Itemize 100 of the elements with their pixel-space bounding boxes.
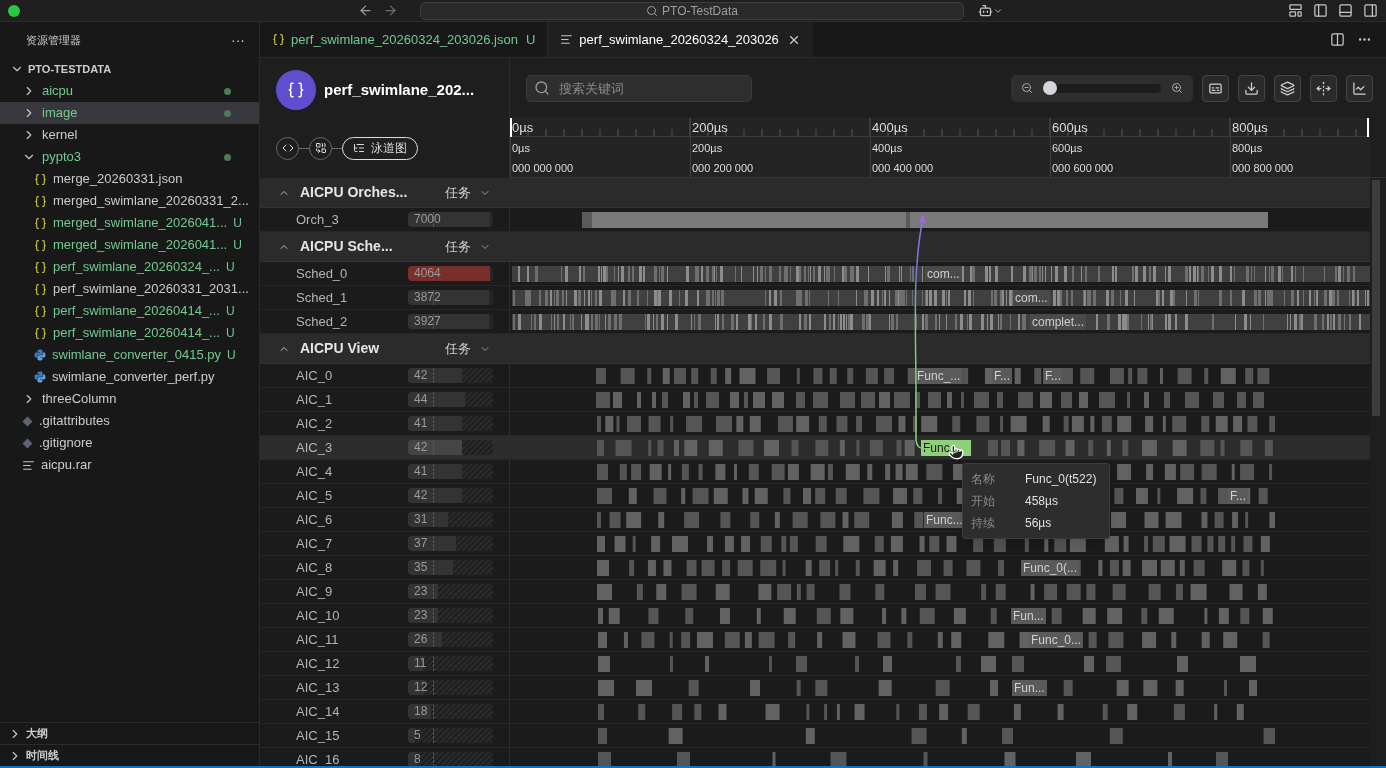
lane-row[interactable]: AIC_3 42 Func...: [260, 436, 1370, 460]
editor-tab[interactable]: perf_swimlane_20260324_203026: [548, 22, 813, 57]
command-center[interactable]: PTO-TestData: [420, 1, 964, 20]
lane-row[interactable]: Orch_3 7000: [260, 208, 1370, 232]
task-block[interactable]: com...: [925, 266, 962, 282]
file-title: perf_swimlane_202...: [324, 79, 475, 100]
file-item[interactable]: swimlane_converter_0415.py U: [0, 344, 259, 366]
lane-name: AIC_0: [296, 366, 334, 385]
axis-tick-label: 200µs: [692, 119, 729, 137]
braces-icon: [287, 81, 305, 99]
folder-item[interactable]: aicpu: [0, 80, 259, 102]
folder-item[interactable]: kernel: [0, 124, 259, 146]
download-button[interactable]: [1238, 74, 1265, 102]
scrollbar-thumb[interactable]: [1372, 180, 1380, 416]
secondary-sidebar-toggle-icon[interactable]: [1363, 3, 1378, 18]
lane-row[interactable]: Sched_2 3927 complet...: [260, 310, 1370, 334]
tooltip-value: 56µs: [1025, 515, 1052, 532]
search-field[interactable]: 搜索关键词: [526, 74, 752, 102]
axis-tick-label: 800µs: [1232, 142, 1264, 154]
lane-name: AIC_11: [296, 630, 340, 649]
diamond-icon: [22, 437, 33, 449]
captions-button[interactable]: [1202, 74, 1229, 102]
file-item[interactable]: aicpu.rar: [0, 454, 259, 476]
task-block[interactable]: Func_...: [915, 368, 963, 384]
lane-name: AIC_15: [296, 726, 341, 745]
untracked-letter: U: [225, 325, 235, 342]
lane-row[interactable]: AIC_11 26 Func_0...: [260, 628, 1370, 652]
folder-item[interactable]: threeColumn: [0, 388, 259, 410]
layers-button[interactable]: [1274, 74, 1301, 102]
file-item[interactable]: .gitignore: [0, 432, 259, 454]
file-item[interactable]: perf_swimlane_20260331_2031...: [0, 278, 259, 300]
lane-row[interactable]: AIC_1 44: [260, 388, 1370, 412]
lane-row[interactable]: Sched_0 4064 com...: [260, 262, 1370, 286]
panel-header[interactable]: 时间线: [26, 747, 59, 764]
task-block[interactable]: com...: [1013, 290, 1050, 306]
lane-row[interactable]: AIC_9 23: [260, 580, 1370, 604]
lane-row[interactable]: AIC_10 23 Fun...: [260, 604, 1370, 628]
workspace-root[interactable]: PTO-TESTDATA: [28, 60, 112, 78]
axis-tick-label: 000 400 000: [872, 162, 934, 174]
fit-width-icon: [1316, 80, 1331, 96]
lane-row[interactable]: AIC_0 42 Func_... F... F...: [260, 364, 1370, 388]
folder-item[interactable]: pypto3: [0, 146, 259, 168]
task-block[interactable]: Func_0...: [1029, 632, 1084, 648]
file-item[interactable]: merged_swimlane_2026041... U: [0, 234, 259, 256]
file-item[interactable]: perf_swimlane_20260414_... U: [0, 322, 259, 344]
lane-row[interactable]: AIC_13 12 Fun...: [260, 676, 1370, 700]
lane-row[interactable]: AIC_12 11: [260, 652, 1370, 676]
count-value: 3927: [414, 314, 441, 329]
task-block[interactable]: Func...: [924, 512, 965, 528]
axis-tick-label: 200µs: [692, 142, 724, 154]
lane-row[interactable]: AIC_15 5: [260, 724, 1370, 748]
group-filter-dropdown[interactable]: 任务: [445, 182, 471, 203]
fit-width-button[interactable]: [1310, 74, 1337, 102]
braces-icon: [34, 172, 47, 186]
file-item[interactable]: merged_swimlane_20260331_2...: [0, 190, 259, 212]
lane-row[interactable]: AIC_2 41: [260, 412, 1370, 436]
count-value: 18: [414, 704, 428, 719]
lane-row[interactable]: AIC_14 18: [260, 700, 1370, 724]
file-item[interactable]: perf_swimlane_20260324_... U: [0, 256, 259, 278]
diamond-icon: [22, 415, 33, 427]
zoom-out-icon[interactable]: [1021, 82, 1033, 94]
back-icon[interactable]: [358, 3, 373, 18]
file-item[interactable]: merged_swimlane_2026041... U: [0, 212, 259, 234]
lane-row[interactable]: AIC_7 37: [260, 532, 1370, 556]
task-block[interactable]: Fun...: [1012, 680, 1047, 696]
panel-header[interactable]: 大纲: [26, 725, 48, 742]
lane-name: AIC_2: [296, 414, 334, 433]
file-item[interactable]: merge_20260331.json: [0, 168, 259, 190]
more-actions-button[interactable]: ···: [231, 29, 245, 51]
sidebar-toggle-icon[interactable]: [1313, 3, 1328, 18]
lane-name: AIC_13: [296, 678, 341, 697]
task-block[interactable]: Fun...: [1011, 608, 1046, 624]
task-block[interactable]: Func_0(...: [1021, 560, 1080, 576]
task-block[interactable]: F...: [1043, 368, 1063, 384]
file-item[interactable]: perf_swimlane_20260414_... U: [0, 300, 259, 322]
group-filter-dropdown[interactable]: 任务: [445, 338, 471, 359]
layout-icon[interactable]: [1288, 3, 1303, 18]
group-filter-dropdown[interactable]: 任务: [445, 236, 471, 257]
count-value: 8: [414, 752, 421, 766]
file-item[interactable]: .gitattributes: [0, 410, 259, 432]
split-editor-icon[interactable]: [1330, 32, 1345, 47]
chart-button[interactable]: [1346, 74, 1373, 102]
task-block[interactable]: F...: [992, 368, 1012, 384]
task-block[interactable]: F...: [1228, 488, 1248, 504]
lane-name: AIC_1: [296, 390, 334, 409]
window-zoom-control[interactable]: [8, 4, 20, 17]
swimlane-step-button[interactable]: 泳道图: [342, 136, 418, 160]
zoom-in-icon[interactable]: [1171, 82, 1183, 94]
folder-item[interactable]: image: [0, 102, 259, 124]
lane-row[interactable]: Sched_1 3872 com...: [260, 286, 1370, 310]
lane-name: AIC_14: [296, 702, 341, 721]
file-item[interactable]: swimlane_converter_perf.py: [0, 366, 259, 388]
task-block[interactable]: complet...: [1030, 314, 1087, 330]
lane-row[interactable]: AIC_8 35 Func_0(...: [260, 556, 1370, 580]
panel-toggle-icon[interactable]: [1338, 3, 1353, 18]
zoom-slider[interactable]: [1043, 83, 1161, 93]
copilot-button[interactable]: [978, 3, 1003, 18]
lane-name: Sched_0: [296, 264, 349, 283]
forward-icon[interactable]: [383, 3, 398, 18]
zoom-thumb[interactable]: [1043, 80, 1057, 95]
